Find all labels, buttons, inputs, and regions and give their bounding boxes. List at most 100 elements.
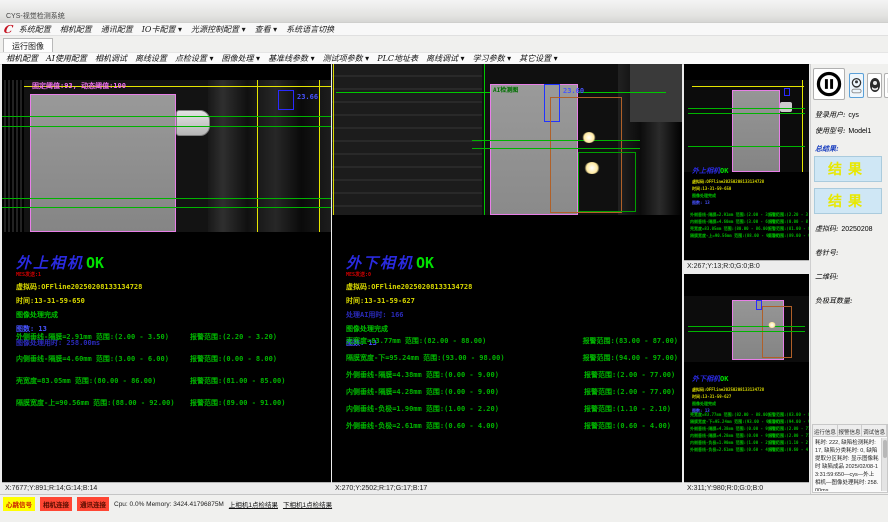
total-result-label: 总结果: <box>815 144 839 154</box>
process-line: 图像处理完成 <box>16 310 142 320</box>
upper-camera-check-link[interactable]: 上相机1点检结果 <box>229 499 278 509</box>
cell-region-box <box>30 94 176 232</box>
measurement-row: 隔膜宽度-下=95.24mm 范围:(93.00 - 98.00) 报警范围:(… <box>346 353 678 370</box>
toolbar-item[interactable]: 离线设置 <box>135 53 167 64</box>
measure-line-green <box>2 198 331 199</box>
model-label: 使用型号: <box>815 127 845 135</box>
menu-item[interactable]: 查看 ▾ <box>255 24 278 35</box>
pixel-coords-status: X:7677;Y:891;R:14;G:14;B:14 <box>2 482 331 494</box>
menu-item[interactable]: IO卡配置 ▾ <box>142 24 182 35</box>
baseline-yellow-v <box>333 64 334 215</box>
toolbar-item[interactable]: 点检设置 ▾ <box>175 53 214 64</box>
measure-value-label: 23.66 <box>297 93 318 101</box>
alarm-range: 报警范围:(1.10 - 2.10) <box>584 404 671 421</box>
model-row: 使用型号:Model1 <box>815 126 871 136</box>
measure-value-label: 23.60 <box>563 87 584 95</box>
machine-texture <box>2 80 24 232</box>
measurement-row: 内侧垂线-隔膜=4.28mm 范围:(0.00 - 9.00) 报警范围:(2.… <box>690 433 807 440</box>
machine-texture <box>630 64 682 122</box>
measurement-row: 壳宽度=83.05mm 范围:(80.00 - 86.00) 报警范围:(81.… <box>16 376 327 398</box>
threshold-overlay-text: 固定阈值:93, 动态阈值:100 <box>32 81 126 91</box>
measurement-value: 外侧垂线-隔膜=2.91mm 范围:(2.00 - 3.50) <box>16 332 190 354</box>
model-value[interactable]: Model1 <box>848 128 871 135</box>
baseline-yellow-v <box>319 80 320 232</box>
process-line: 图像处理完成 <box>692 401 764 407</box>
tab-run-image[interactable]: 运行图像 <box>3 38 53 52</box>
mini-measurements-upper: 外侧垂线-隔膜=2.91mm 范围:(2.00 - 3.50) 报警范围:(2.… <box>690 212 807 240</box>
user-icon <box>851 77 862 94</box>
toolbar-item[interactable]: PLC地址表 <box>377 53 418 64</box>
camera-panel-upper: 23.66 固定阈值:93, 动态阈值:100 外上相机OK MES发送:1 虚… <box>2 64 331 494</box>
measure-line-green <box>2 116 331 117</box>
thumbnail-panel-lower: 外下相机OK 虚拟码:OFFline20250208133134728 时间:1… <box>684 274 809 494</box>
camera-name: 外上相机 <box>16 254 84 272</box>
camera-image-lower[interactable]: AI检测图 23.60 <box>332 64 682 215</box>
toolbar-item[interactable]: 测试项参数 ▾ <box>323 53 370 64</box>
measurement-value: 壳宽度=83.05mm 范围:(80.00 - 86.00) <box>16 376 190 398</box>
result-box-lower: 结果 <box>814 188 882 214</box>
log-tab[interactable]: 报警信息 <box>838 425 863 436</box>
process-line: 图像处理完成 <box>692 193 764 199</box>
toolbar-item[interactable]: AI使用配置 <box>46 53 87 64</box>
log-text: 耗时: 222, 缺陷检测耗时: 17, 缺陷分类耗时: 0, 缺陷提取分区耗时… <box>814 438 880 491</box>
menu-item[interactable]: 系统语言切换 <box>286 24 334 35</box>
measurement-value: 内侧垂线-负极=1.90mm 范围:(1.00 - 2.20) <box>346 404 584 421</box>
login-user-row: 登录用户:cys <box>815 110 859 120</box>
operator-button[interactable] <box>867 73 882 98</box>
toolbar-item[interactable]: 相机配置 <box>6 53 38 64</box>
pause-button[interactable] <box>813 68 845 100</box>
measurement-value: 外侧垂线-负极=2.61mm 范围:(0.60 - 4.00) <box>346 421 584 438</box>
qrcode-label: 二维码: <box>815 272 838 282</box>
control-sidebar: 登录用户:cys 使用型号:Model1 总结果: 结果 结果 虚拟码:2025… <box>810 64 888 494</box>
virtual-code-line: 虚拟码:OFFline20250208133134728 <box>16 282 142 292</box>
login-user-label: 登录用户: <box>815 111 845 119</box>
cpu-memory-text: Cpu: 0.0% Memory: 3424.41796875M <box>114 501 224 508</box>
virtual-code-row: 虚拟码:20250208 <box>815 224 873 234</box>
measure-roi-box <box>756 300 762 310</box>
log-tab[interactable]: 运行信息 <box>813 425 838 436</box>
status-ok: OK <box>720 167 728 175</box>
baseline-yellow-h <box>692 86 804 87</box>
log-area: 运行信息报警信息调试信息 耗时: 222, 缺陷检测耗时: 17, 缺陷分类耗时… <box>812 424 888 493</box>
window-status-bar: 心跳信号 相机连接 通讯连接 Cpu: 0.0% Memory: 3424.41… <box>0 494 888 522</box>
measurement-row: 隔膜宽度-上=90.56mm 范围:(88.00 - 92.00) 报警范围:(… <box>16 398 327 420</box>
toolbar-item[interactable]: 离线调试 ▾ <box>426 53 465 64</box>
toolbar-item[interactable]: 其它设置 ▾ <box>519 53 558 64</box>
camera-image-upper[interactable]: 23.66 固定阈值:93, 动态阈值:100 <box>2 80 331 232</box>
scrollbar-thumb[interactable] <box>883 440 887 458</box>
measurement-list-lower: 壳宽度=83.77mm 范围:(82.00 - 88.00) 报警范围:(83.… <box>346 336 678 438</box>
measurement-row: 内侧垂线-隔膜=4.28mm 范围:(0.00 - 9.00) 报警范围:(2.… <box>346 387 678 404</box>
heartbeat-badge: 心跳信号 <box>3 497 35 511</box>
toolbar-item[interactable]: 相机调试 <box>95 53 127 64</box>
lower-camera-check-link[interactable]: 下相机1点检结果 <box>283 499 332 509</box>
measure-line-green <box>688 113 805 114</box>
machine-texture <box>332 64 482 215</box>
log-tab[interactable]: 调试信息 <box>862 425 887 436</box>
menu-item[interactable]: 相机配置 <box>60 24 92 35</box>
log-scrollbar[interactable] <box>881 438 887 491</box>
exit-button[interactable] <box>884 73 888 98</box>
led-glow <box>768 322 776 328</box>
measure-line-green <box>472 140 640 141</box>
toolbar-item[interactable]: 基准线参数 ▾ <box>268 53 315 64</box>
measurement-row: 壳宽度=83.77mm 范围:(82.00 - 88.00) 报警范围:(83.… <box>690 412 807 419</box>
pixel-coords-status: X:267;Y:13;R:0;G:0;B:0 <box>684 260 809 272</box>
measurement-row: 外侧垂线-隔膜=4.38mm 范围:(0.00 - 9.00) 报警范围:(2.… <box>690 426 807 433</box>
alarm-range: 报警范围:(83.00 - 87.00) <box>583 336 678 353</box>
result-block-lower: 外下相机OK MES发送:0 虚拟码:OFFline20250208133134… <box>346 252 472 348</box>
pixel-coords-status: X:311;Y:980;R:0;G:0;B:0 <box>684 482 809 494</box>
menu-item[interactable]: 光源控制配置 ▾ <box>191 24 246 35</box>
measurement-row: 外侧垂线-隔膜=2.91mm 范围:(2.00 - 3.50) 报警范围:(2.… <box>690 212 807 219</box>
thumbnail-image-lower[interactable] <box>684 296 809 362</box>
menu-item[interactable]: 系统配置 <box>19 24 51 35</box>
menu-item[interactable]: 通讯配置 <box>101 24 133 35</box>
status-ok: OK <box>720 375 728 383</box>
toolbar-item[interactable]: 图像处理 ▾ <box>222 53 261 64</box>
toolbar-item[interactable]: 学习参数 ▾ <box>473 53 512 64</box>
thumbnail-image-upper[interactable] <box>684 80 809 172</box>
status-ok: OK <box>86 254 104 272</box>
mini-result-lower: 外下相机OK 虚拟码:OFFline20250208133134728 时间:1… <box>692 368 764 414</box>
measurement-row: 内侧垂线-隔膜=4.60mm 范围:(3.00 - 6.00) 报警范围:(0.… <box>690 219 807 226</box>
login-user-button[interactable] <box>849 73 864 98</box>
measurement-row: 隔膜宽度-上=90.56mm 范围:(88.00 - 92.00) 报警范围:(… <box>690 233 807 240</box>
